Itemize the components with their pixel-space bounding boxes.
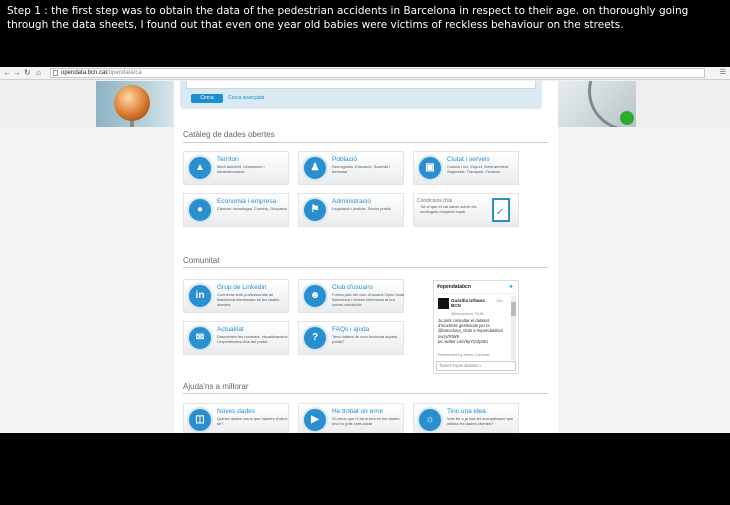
- home-icon[interactable]: ⌂: [36, 68, 41, 78]
- twitter-scrollbar[interactable]: [511, 296, 516, 360]
- people-icon: ♟: [310, 162, 320, 173]
- tile-desc: Cultura i oci, Esport, Medi ambient, Seg…: [447, 164, 510, 174]
- tile-desc: Quines dades creus que haurien d'obrir-s…: [217, 416, 289, 426]
- tweet-text: Ja pots consultar el dataset d'incidents…: [438, 318, 504, 344]
- page-icon: [53, 70, 58, 76]
- tile-desc: Descobreix les novetats, visualitzacions…: [217, 334, 288, 344]
- bottom-black-margin: [0, 433, 730, 505]
- search-input[interactable]: [186, 81, 536, 89]
- tile-desc: Vols fer o ja has fet una aplicació que …: [447, 416, 514, 426]
- tile-desc: Demografia, Educació, Societat i benesta…: [332, 164, 391, 174]
- section-divider: [183, 393, 548, 394]
- tile-idea[interactable]: ☼ Tinc una idea Vols fer o ja has fet un…: [413, 403, 519, 433]
- tile-desc: Medi ambient, Urbanisme i infraestructur…: [217, 164, 265, 174]
- tile-title: Població: [332, 156, 357, 163]
- users-icon: ☻: [309, 290, 321, 301]
- screenshot-caption: Step 1 : the first step was to obtain th…: [7, 5, 689, 31]
- help-section-title: Ajuda'ns a millorar: [183, 382, 249, 391]
- twitter-bird-icon: ✦: [508, 284, 514, 291]
- tile-ciutat-serveis[interactable]: ▣ Ciutat i serveis Cultura i oci, Esport…: [413, 151, 519, 185]
- tweet-timeline[interactable]: Guàrdia Urbana BCN 13h @barcelona_GUB Ja…: [436, 293, 516, 360]
- tile-title: Actualitat: [217, 326, 244, 333]
- tile-title: He trobat un error: [332, 408, 384, 415]
- section-divider: [183, 267, 548, 268]
- page-background-left: [0, 127, 174, 433]
- tile-desc: Ciència i tecnologia, Comerç, Ocupació: [217, 206, 288, 211]
- tile-title: Grup de Linkedin: [217, 284, 267, 291]
- menu-icon[interactable]: ☰: [720, 68, 726, 76]
- tile-users-club[interactable]: ☻ Club d'usuaris Forma part del club d'u…: [298, 279, 404, 313]
- tile-faqs-help[interactable]: ? FAQs i ajuda Tens dubtes de com funcio…: [298, 321, 404, 355]
- address-bar[interactable]: opendata.bcn.cat/opendata/ca: [50, 68, 705, 78]
- tile-conditions-of-use[interactable]: Condicions d'ús Tot el que et cal saber …: [413, 193, 519, 227]
- tile-linkedin-group[interactable]: in Grup de Linkedin Connecta amb profess…: [183, 279, 289, 313]
- tile-economia-empresa[interactable]: ● Economia i empresa Ciència i tecnologi…: [183, 193, 289, 227]
- tile-desc: Forma part del club d'usuaris Open Data …: [332, 292, 404, 307]
- section-divider: [183, 142, 548, 143]
- tile-title: Club d'usuaris: [332, 284, 373, 291]
- tile-desc: Tot el que et cal saber sobre els contin…: [420, 204, 477, 214]
- tile-title: FAQs i ajuda: [332, 326, 370, 333]
- coins-icon: ●: [196, 204, 204, 215]
- document-check-icon: ✓: [492, 198, 510, 222]
- megaphone-icon: ▶: [311, 414, 319, 425]
- community-section-title: Comunitat: [183, 256, 220, 265]
- url-path: /opendata/ca: [107, 70, 142, 76]
- tile-desc: Connecta amb professionals de Barcelona …: [217, 292, 280, 307]
- tile-territori[interactable]: ▲ Territori Medi ambient, Urbanisme i in…: [183, 151, 289, 185]
- tile-title: Tinc una idea: [447, 408, 486, 415]
- tile-desc: Tens dubtes de com funciona aquest porta…: [332, 334, 398, 344]
- tweet-author-name[interactable]: Guàrdia Urbana BCN: [451, 298, 495, 308]
- chat-icon: ✉: [195, 332, 205, 343]
- twitter-widget-header: #opendatabcn: [437, 284, 471, 290]
- banner-image-left: [96, 81, 174, 127]
- avatar[interactable]: [438, 298, 449, 309]
- map-icon: ▲: [195, 162, 205, 173]
- tweet-compose-input[interactable]: Tweet #opendatabcn: [436, 361, 516, 371]
- tile-desc: Si creus que hi ha errors en les dades e…: [332, 416, 400, 426]
- tile-title: Ciutat i serveis: [447, 156, 490, 163]
- tile-title: Noves dades: [217, 408, 255, 415]
- tweet-author-handle[interactable]: @barcelona_GUB: [451, 311, 484, 316]
- tile-desc: Legislació i justícia, Sector públic: [332, 206, 391, 211]
- forward-arrow-icon[interactable]: →: [13, 68, 21, 78]
- browser-toolbar: ← → ↻ ⌂ opendata.bcn.cat/opendata/ca ☰: [0, 67, 730, 80]
- catalog-section-title: Catàleg de dades obertes: [183, 130, 275, 139]
- tile-found-error[interactable]: ▶ He trobat un error Si creus que hi ha …: [298, 403, 404, 433]
- tile-new-data[interactable]: ◫ Noves dades Quines dades creus que hau…: [183, 403, 289, 433]
- tile-administracio[interactable]: ⚑ Administració Legislació i justícia, S…: [298, 193, 404, 227]
- tweet-date: 13h: [496, 298, 503, 303]
- linkedin-icon: in: [195, 290, 205, 301]
- back-arrow-icon[interactable]: ←: [3, 68, 11, 78]
- page-background-right: [558, 127, 730, 433]
- twitter-widget: #opendatabcn ✦ Guàrdia Urbana BCN 13h @b…: [433, 280, 519, 374]
- browser-window: ← → ↻ ⌂ opendata.bcn.cat/opendata/ca ☰ C…: [0, 67, 730, 433]
- tile-title: Administració: [332, 198, 372, 205]
- search-button[interactable]: Cerca: [191, 94, 223, 103]
- main-content: Cerca Cerca avançada Catàleg de dades ob…: [174, 81, 558, 433]
- question-icon: ?: [311, 332, 319, 343]
- tile-poblacio[interactable]: ♟ Població Demografia, Educació, Societa…: [298, 151, 404, 185]
- lightbulb-icon: ☼: [425, 414, 435, 425]
- monitor-icon: ◫: [195, 414, 205, 425]
- page-viewport: Cerca Cerca avançada Catàleg de dades ob…: [0, 81, 730, 433]
- car-icon: ▣: [425, 162, 435, 173]
- tile-actualitat[interactable]: ✉ Actualitat Descobreix les novetats, vi…: [183, 321, 289, 355]
- reload-icon[interactable]: ↻: [24, 68, 31, 78]
- advanced-search-link[interactable]: Cerca avançada: [228, 95, 264, 101]
- tile-title: Economia i empresa: [217, 198, 277, 205]
- retweet-info: Retweeted by Alecs Colubrat: [438, 352, 490, 357]
- building-icon: ⚑: [310, 204, 320, 215]
- url-host: opendata.bcn.cat: [61, 70, 108, 76]
- search-panel: Cerca Cerca avançada: [180, 81, 542, 109]
- tile-title: Territori: [217, 156, 239, 163]
- banner-image-right: [558, 81, 636, 127]
